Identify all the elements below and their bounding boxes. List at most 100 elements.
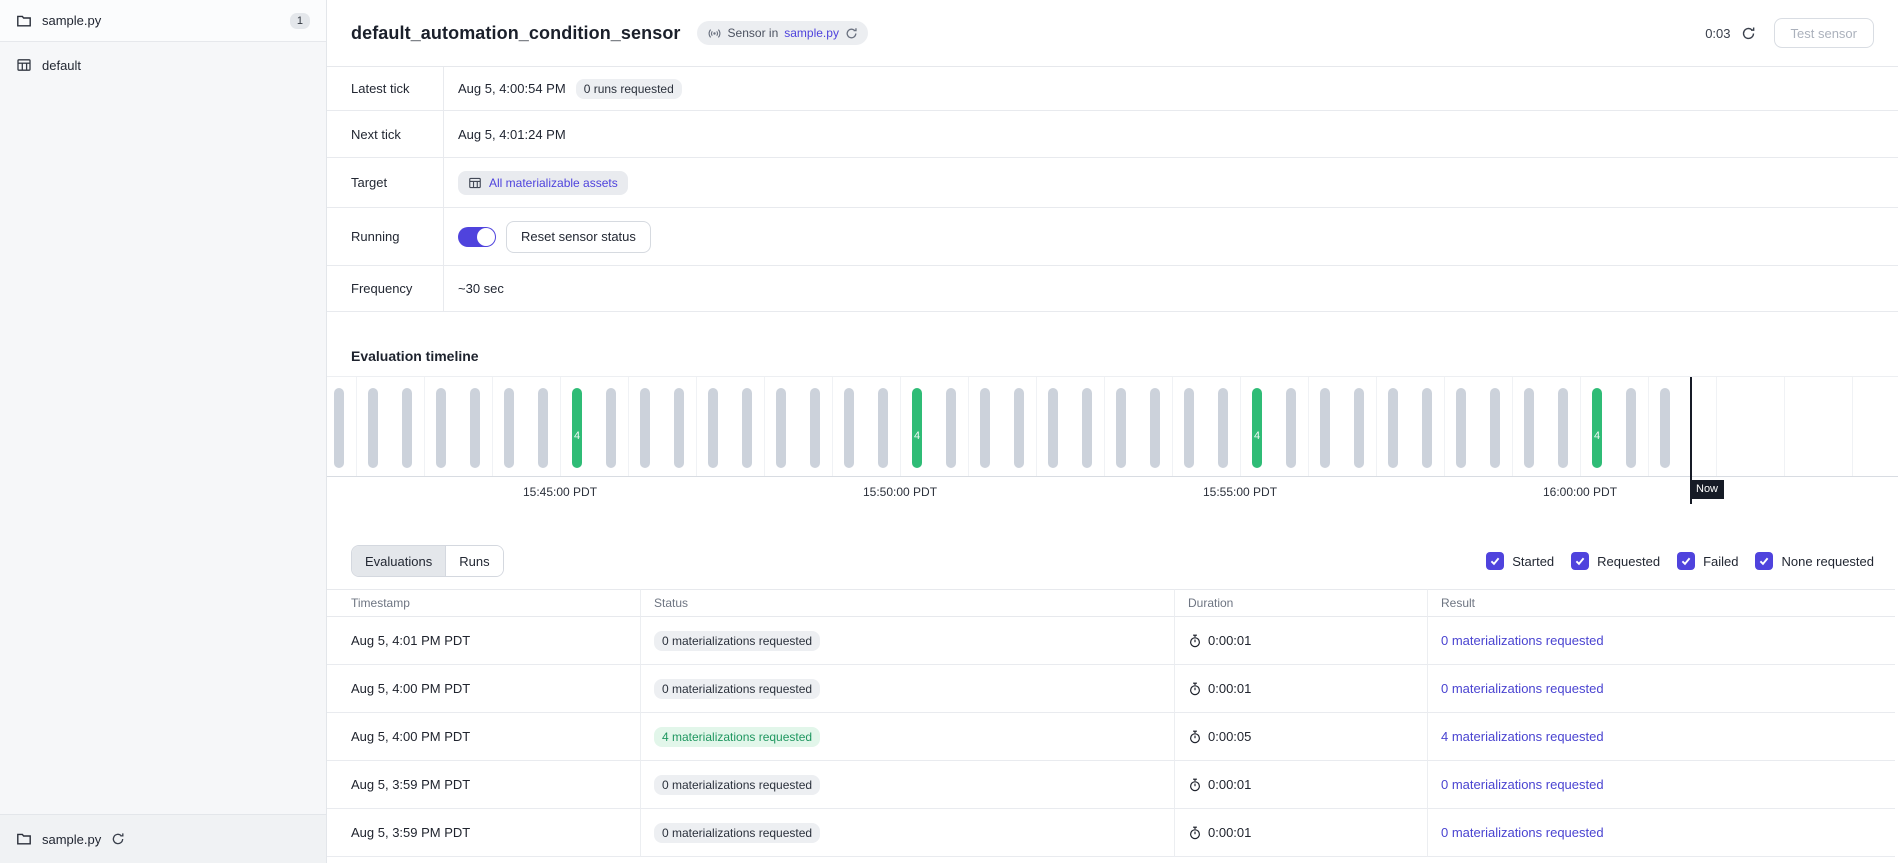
timeline-axis: Now 15:45:00 PDT15:50:00 PDT15:55:00 PDT… bbox=[327, 477, 1898, 503]
timeline-evaluation-bar[interactable] bbox=[1626, 388, 1636, 468]
next-tick-time: Aug 5, 4:01:24 PM bbox=[458, 127, 566, 142]
test-sensor-button[interactable]: Test sensor bbox=[1774, 18, 1874, 48]
column-header-timestamp: Timestamp bbox=[327, 589, 641, 617]
sensor-origin-badge: Sensor in sample.py bbox=[697, 21, 868, 45]
timeline-evaluation-bar[interactable] bbox=[1456, 388, 1466, 468]
result-link[interactable]: 0 materializations requested bbox=[1441, 633, 1604, 648]
timeline-evaluation-bar[interactable] bbox=[1320, 388, 1330, 468]
cell-duration: 0:00:01 bbox=[1175, 761, 1428, 809]
latest-tick-status-badge: 0 runs requested bbox=[576, 79, 682, 99]
filter-checkbox-failed[interactable]: Failed bbox=[1677, 552, 1738, 570]
timeline-evaluation-bar[interactable] bbox=[1082, 388, 1092, 468]
app-root: sample.py 1 default sample.py bbox=[0, 0, 1898, 863]
timeline-evaluation-bar[interactable] bbox=[1660, 388, 1670, 468]
detail-row-latest-tick: Latest tick Aug 5, 4:00:54 PM 0 runs req… bbox=[327, 67, 1898, 111]
detail-row-running: Running Reset sensor status bbox=[327, 208, 1898, 266]
cell-status: 0 materializations requested bbox=[641, 665, 1175, 713]
stopwatch-icon bbox=[1188, 634, 1202, 648]
timeline-evaluation-bar[interactable] bbox=[1388, 388, 1398, 468]
filter-checkbox-none-requested[interactable]: None requested bbox=[1755, 552, 1874, 570]
asset-icon bbox=[468, 176, 482, 190]
evaluations-table: TimestampStatusDurationResultAug 5, 4:01… bbox=[327, 589, 1898, 857]
timeline-evaluation-bar[interactable] bbox=[606, 388, 616, 468]
timeline-evaluation-bar[interactable] bbox=[674, 388, 684, 468]
result-link[interactable]: 0 materializations requested bbox=[1441, 777, 1604, 792]
timeline-evaluation-bar[interactable] bbox=[1150, 388, 1160, 468]
result-link[interactable]: 4 materializations requested bbox=[1441, 729, 1604, 744]
sidebar-item-default[interactable]: default bbox=[0, 42, 326, 88]
timeline-evaluation-bar[interactable] bbox=[504, 388, 514, 468]
gridline bbox=[1512, 377, 1513, 476]
gridline bbox=[424, 377, 425, 476]
duration-value: 0:00:01 bbox=[1208, 633, 1251, 648]
timeline-evaluation-bar[interactable] bbox=[708, 388, 718, 468]
timeline-evaluation-bar[interactable] bbox=[980, 388, 990, 468]
timeline-evaluation-bar[interactable]: 4 bbox=[1592, 388, 1602, 468]
timeline-evaluation-bar[interactable]: 4 bbox=[1252, 388, 1262, 468]
timeline-evaluation-bar[interactable] bbox=[742, 388, 752, 468]
column-header-result: Result bbox=[1428, 589, 1895, 617]
sidebar: sample.py 1 default sample.py bbox=[0, 0, 327, 863]
sidebar-item-sample-py[interactable]: sample.py 1 bbox=[0, 0, 326, 42]
target-chip-label: All materializable assets bbox=[489, 176, 618, 190]
gridline bbox=[628, 377, 629, 476]
folder-icon bbox=[16, 831, 32, 847]
timeline-evaluation-bar[interactable]: 4 bbox=[572, 388, 582, 468]
detail-label: Next tick bbox=[327, 111, 444, 157]
filter-checkbox-requested[interactable]: Requested bbox=[1571, 552, 1660, 570]
timeline-evaluation-bar[interactable] bbox=[368, 388, 378, 468]
gridline bbox=[1580, 377, 1581, 476]
timeline-evaluation-bar[interactable] bbox=[1354, 388, 1364, 468]
timeline-evaluation-bar[interactable] bbox=[1558, 388, 1568, 468]
timeline-evaluation-bar[interactable] bbox=[1490, 388, 1500, 468]
reload-icon[interactable] bbox=[845, 27, 858, 40]
timeline-evaluation-bar[interactable] bbox=[436, 388, 446, 468]
filter-checkbox-started[interactable]: Started bbox=[1486, 552, 1554, 570]
timeline-evaluation-bar[interactable] bbox=[776, 388, 786, 468]
timeline-evaluation-bar[interactable] bbox=[334, 388, 344, 468]
timeline-evaluation-bar[interactable] bbox=[1184, 388, 1194, 468]
running-toggle[interactable] bbox=[458, 227, 496, 247]
timeline-evaluation-bar[interactable] bbox=[402, 388, 412, 468]
timeline-evaluation-bar[interactable] bbox=[810, 388, 820, 468]
timeline-evaluation-bar[interactable] bbox=[538, 388, 548, 468]
timeline-evaluation-bar[interactable] bbox=[1524, 388, 1534, 468]
timeline-evaluation-bar[interactable] bbox=[1218, 388, 1228, 468]
tab-evaluations[interactable]: Evaluations bbox=[352, 546, 446, 576]
result-link[interactable]: 0 materializations requested bbox=[1441, 825, 1604, 840]
main-panel: default_automation_condition_sensor Sens… bbox=[327, 0, 1898, 863]
refresh-icon[interactable] bbox=[1741, 26, 1756, 41]
gridline bbox=[356, 377, 357, 476]
timeline-evaluation-bar[interactable] bbox=[946, 388, 956, 468]
tab-runs[interactable]: Runs bbox=[446, 546, 502, 576]
reset-sensor-status-button[interactable]: Reset sensor status bbox=[506, 221, 651, 253]
cell-timestamp: Aug 5, 4:00 PM PDT bbox=[327, 665, 641, 713]
timeline-evaluation-bar[interactable] bbox=[470, 388, 480, 468]
sidebar-repo-label: default bbox=[42, 58, 81, 73]
target-assets-chip[interactable]: All materializable assets bbox=[458, 171, 628, 195]
stopwatch-icon bbox=[1188, 682, 1202, 696]
timeline-evaluation-bar[interactable]: 4 bbox=[912, 388, 922, 468]
reload-location-icon[interactable] bbox=[111, 832, 125, 846]
timeline-evaluation-bar[interactable] bbox=[1048, 388, 1058, 468]
gridline bbox=[900, 377, 901, 476]
column-header-status: Status bbox=[641, 589, 1175, 617]
timeline-evaluation-bar[interactable] bbox=[1014, 388, 1024, 468]
timeline-evaluation-bar[interactable] bbox=[640, 388, 650, 468]
timeline-evaluation-bar[interactable] bbox=[1116, 388, 1126, 468]
sensor-origin-file-link[interactable]: sample.py bbox=[784, 26, 839, 40]
cell-status: 4 materializations requested bbox=[641, 713, 1175, 761]
detail-row-frequency: Frequency ~30 sec bbox=[327, 266, 1898, 312]
cell-duration: 0:00:05 bbox=[1175, 713, 1428, 761]
result-link[interactable]: 0 materializations requested bbox=[1441, 681, 1604, 696]
timeline-evaluation-bar[interactable] bbox=[844, 388, 854, 468]
sidebar-footer: sample.py bbox=[0, 814, 326, 863]
timeline-evaluation-bar[interactable] bbox=[1422, 388, 1432, 468]
timeline-evaluation-bar[interactable] bbox=[878, 388, 888, 468]
timeline-evaluation-bar[interactable] bbox=[1286, 388, 1296, 468]
cell-timestamp: Aug 5, 3:59 PM PDT bbox=[327, 761, 641, 809]
cell-status: 0 materializations requested bbox=[641, 761, 1175, 809]
status-badge: 0 materializations requested bbox=[654, 775, 820, 795]
detail-label: Frequency bbox=[327, 266, 444, 311]
cell-result: 0 materializations requested bbox=[1428, 809, 1895, 857]
